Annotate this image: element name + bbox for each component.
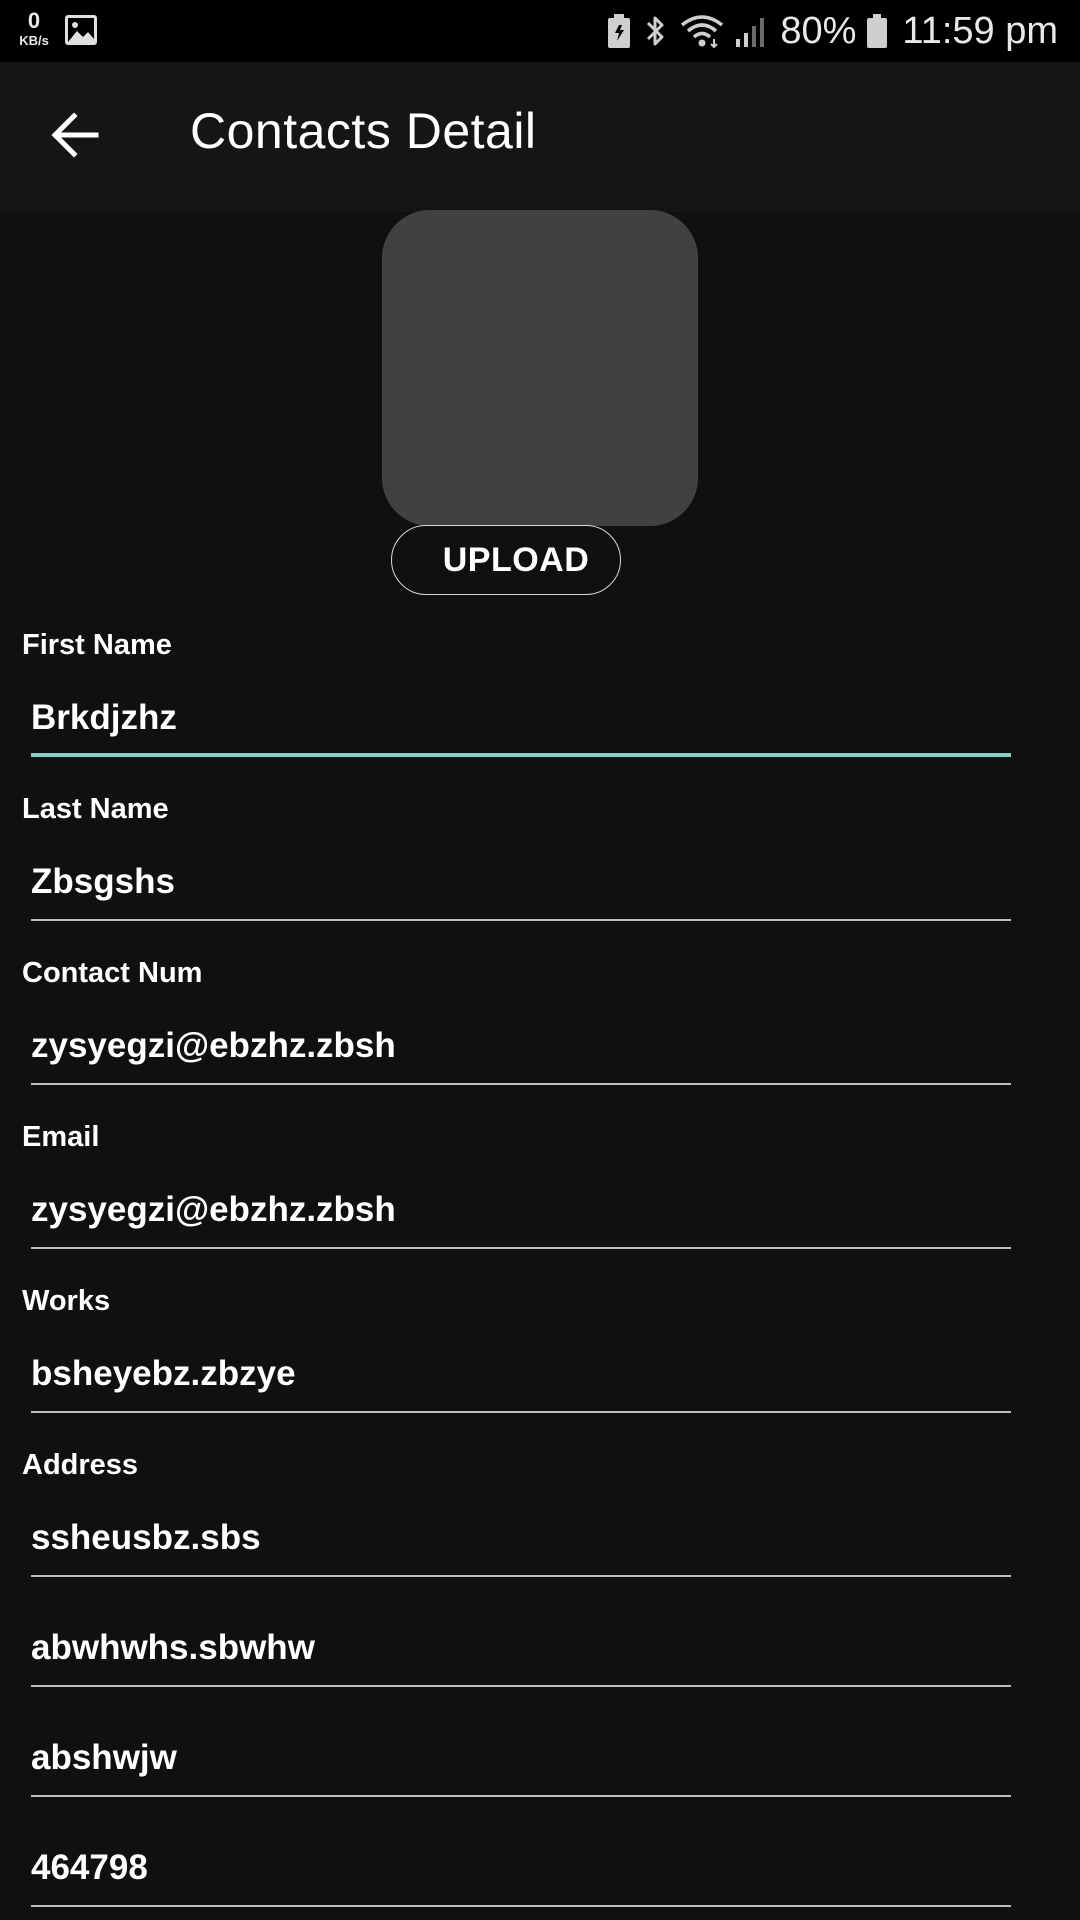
address-line4-value: 464798 bbox=[31, 1848, 148, 1887]
wifi-icon bbox=[681, 15, 724, 49]
address-line3-field[interactable]: abshwjw bbox=[31, 1733, 1011, 1797]
first-name-value: Brkdjzhz bbox=[31, 698, 177, 737]
page-title: Contacts Detail bbox=[190, 103, 537, 159]
last-name-label: Last Name bbox=[22, 793, 169, 825]
image-icon bbox=[65, 15, 97, 45]
battery-percentage: 80% bbox=[780, 9, 857, 52]
email-label: Email bbox=[22, 1121, 100, 1153]
status-icons: 80% 11:59 pm bbox=[606, 0, 1058, 62]
email-field[interactable]: zysyegzi@ebzhz.zbsh bbox=[31, 1185, 1011, 1249]
bluetooth-icon bbox=[647, 16, 664, 46]
last-name-field[interactable]: Zbsgshs bbox=[31, 857, 1011, 921]
clock: 11:59 pm bbox=[902, 9, 1058, 52]
contact-num-field[interactable]: zysyegzi@ebzhz.zbsh bbox=[31, 1021, 1011, 1085]
address-line1-value: ssheusbz.sbs bbox=[31, 1518, 261, 1557]
battery-icon bbox=[867, 14, 888, 48]
address-line1-field[interactable]: ssheusbz.sbs bbox=[31, 1513, 1011, 1577]
network-speed-indicator: 0 KB/s bbox=[14, 8, 54, 48]
battery-saver-icon bbox=[608, 14, 631, 48]
address-line2-field[interactable]: abwhwhs.sbwhw bbox=[31, 1623, 1011, 1687]
app-bar: Contacts Detail bbox=[0, 62, 1080, 212]
works-field[interactable]: bsheyebz.zbzye bbox=[31, 1349, 1011, 1413]
network-speed-unit: KB/s bbox=[19, 33, 49, 48]
status-bar: 0 KB/s 80% 11:59 pm bbox=[0, 0, 1080, 62]
contact-photo-placeholder[interactable] bbox=[382, 210, 698, 526]
address-line4-field[interactable]: 464798 bbox=[31, 1843, 1011, 1907]
contact-num-value: zysyegzi@ebzhz.zbsh bbox=[31, 1026, 396, 1065]
back-button[interactable] bbox=[40, 100, 110, 170]
upload-button[interactable]: UPLOAD bbox=[391, 525, 621, 595]
first-name-field[interactable]: Brkdjzhz bbox=[31, 693, 1011, 757]
contact-num-label: Contact Num bbox=[22, 957, 203, 989]
first-name-label: First Name bbox=[22, 629, 172, 661]
address-line2-value: abwhwhs.sbwhw bbox=[31, 1628, 315, 1667]
works-label: Works bbox=[22, 1285, 111, 1317]
arrow-left-icon bbox=[51, 112, 99, 158]
works-value: bsheyebz.zbzye bbox=[31, 1354, 296, 1393]
signal-icon bbox=[736, 18, 765, 47]
last-name-value: Zbsgshs bbox=[31, 862, 175, 901]
network-speed-value: 0 bbox=[27, 8, 41, 33]
address-label: Address bbox=[22, 1449, 139, 1481]
address-line3-value: abshwjw bbox=[31, 1738, 177, 1777]
email-value: zysyegzi@ebzhz.zbsh bbox=[31, 1190, 396, 1229]
